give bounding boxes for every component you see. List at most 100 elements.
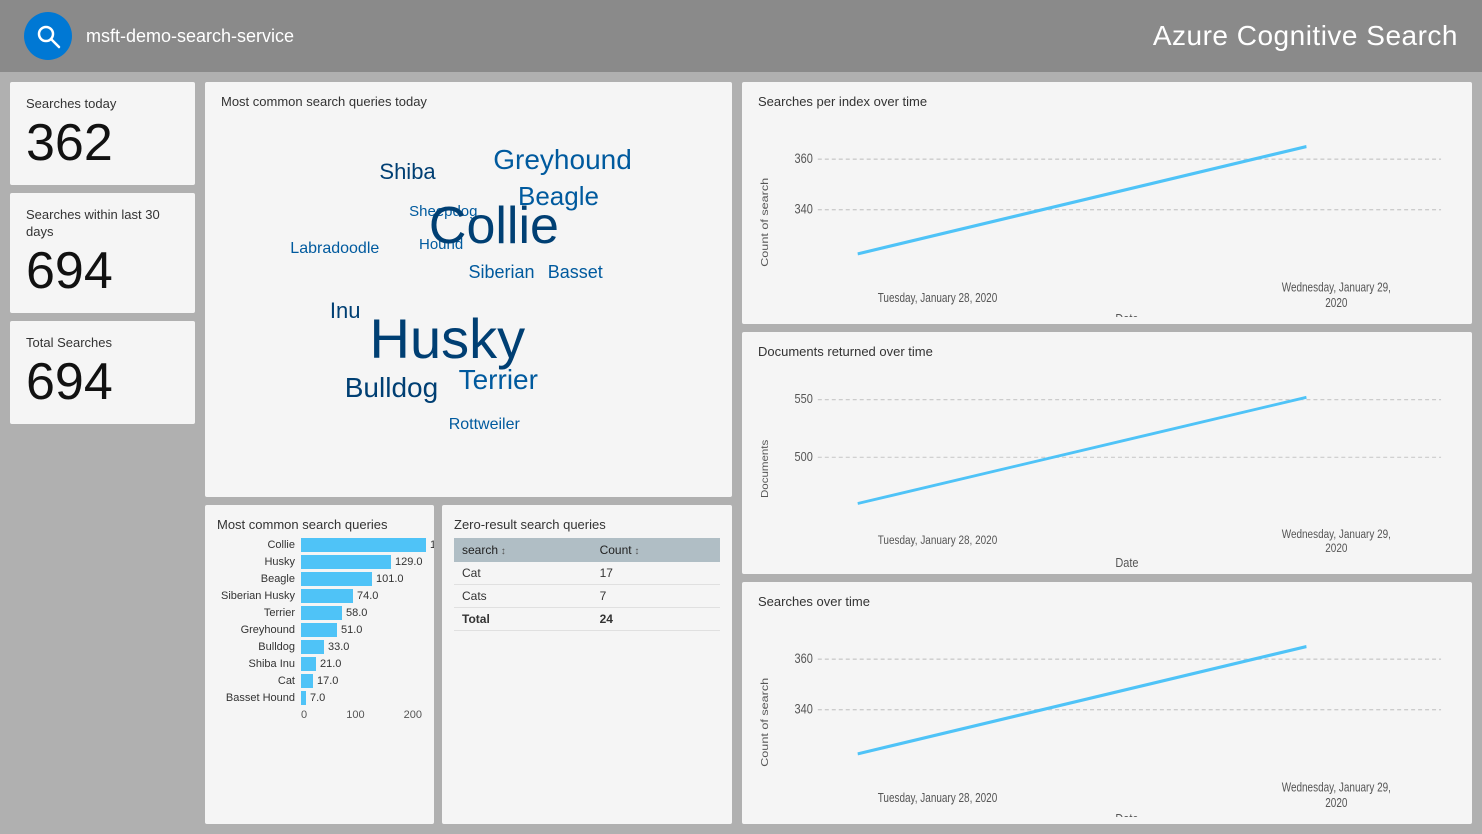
svg-text:Count of search: Count of search [760, 678, 771, 767]
total-searches-card: Total Searches 694 [10, 321, 195, 424]
svg-text:Date: Date [1115, 555, 1139, 567]
bar-fill [301, 572, 372, 586]
bar-label: Husky [217, 556, 295, 568]
word-cloud-word: Siberian [469, 262, 535, 283]
searches-over-time-card: Searches over time 360 340 Count of sear… [742, 582, 1472, 824]
bar-label: Siberian Husky [217, 590, 295, 602]
searches-per-index-chart: 360 340 Count of search Tuesday, January… [758, 115, 1456, 317]
word-cloud-word: Husky [370, 306, 526, 371]
total-searches-value: 694 [26, 356, 179, 408]
app-title: Azure Cognitive Search [1153, 20, 1458, 52]
bar-row: Greyhound 51.0 [217, 623, 422, 637]
svg-text:Date: Date [1115, 811, 1138, 817]
bar-value: 74.0 [357, 590, 378, 602]
table-header-search[interactable]: search [454, 538, 592, 562]
searches-30days-value: 694 [26, 245, 179, 297]
bar-fill [301, 555, 391, 569]
bar-row: Collie179.0 [217, 538, 422, 552]
searches-today-value: 362 [26, 117, 179, 169]
searches-over-time-chart: 360 340 Count of search Tuesday, January… [758, 615, 1456, 817]
stat-cards-column: Searches today 362 Searches within last … [10, 82, 195, 824]
bar-track: 129.0 [301, 555, 423, 569]
bar-row: Husky 129.0 [217, 555, 422, 569]
word-cloud-word: Rottweiler [449, 416, 520, 434]
bar-row: Cat 17.0 [217, 674, 422, 688]
svg-text:Date: Date [1115, 311, 1138, 317]
bar-x-label: 100 [346, 709, 364, 721]
bar-label: Cat [217, 675, 295, 687]
bar-track: 21.0 [301, 657, 422, 671]
searches-per-index-card: Searches per index over time 360 340 Cou… [742, 82, 1472, 324]
header: msft-demo-search-service Azure Cognitive… [0, 0, 1482, 72]
bar-value: 101.0 [376, 573, 404, 585]
bar-label: Collie [217, 539, 295, 551]
table-header: search Count [454, 538, 720, 562]
zero-result-card: Zero-result search queries search Count … [442, 505, 732, 825]
bar-chart-area: Collie179.0 Husky 129.0 Beagle 101.0 Siberian… [217, 538, 422, 705]
word-cloud-word: Labradoodle [290, 240, 379, 258]
searches-today-card: Searches today 362 [10, 82, 195, 185]
mid-bottom-row: Most common search queries Collie179.0Hu… [205, 505, 732, 825]
svg-text:Documents: Documents [760, 440, 771, 498]
bar-track: 101.0 [301, 572, 422, 586]
bar-value: 58.0 [346, 607, 367, 619]
table-header-count[interactable]: Count [592, 538, 720, 562]
bar-label: Basset Hound [217, 692, 295, 704]
bar-value: 129.0 [395, 556, 423, 568]
searches-per-index-title: Searches per index over time [758, 94, 1456, 109]
svg-text:Tuesday, January 28, 2020: Tuesday, January 28, 2020 [878, 534, 998, 547]
bar-row: Shiba Inu21.0 [217, 657, 422, 671]
bar-label: Beagle [217, 573, 295, 585]
bar-x-label: 0 [301, 709, 307, 721]
bar-x-label: 200 [404, 709, 422, 721]
documents-returned-chart: 550 500 Documents Tuesday, January 28, 2… [758, 365, 1456, 567]
searches-30days-card: Searches within last 30 days 694 [10, 193, 195, 313]
bar-value: 179.0 [430, 539, 434, 551]
svg-text:340: 340 [795, 201, 813, 217]
bar-chart-card: Most common search queries Collie179.0Hu… [205, 505, 434, 825]
bar-fill [301, 538, 426, 552]
total-searches-label: Total Searches [26, 335, 179, 352]
bar-row: Terrier58.0 [217, 606, 422, 620]
bar-row: Siberian Husky 74.0 [217, 589, 422, 603]
word-cloud-word: Greyhound [493, 144, 632, 176]
searches-per-index-svg: 360 340 Count of search Tuesday, January… [758, 115, 1456, 317]
word-cloud-word: Basset [548, 262, 603, 283]
bar-fill [301, 674, 313, 688]
svg-text:Wednesday, January 29,: Wednesday, January 29, [1282, 282, 1391, 295]
svg-text:Tuesday, January 28, 2020: Tuesday, January 28, 2020 [878, 292, 998, 305]
searches-30days-label: Searches within last 30 days [26, 207, 179, 241]
bar-value: 21.0 [320, 658, 341, 670]
bar-track: 58.0 [301, 606, 422, 620]
word-cloud-word: Inu [330, 298, 361, 324]
bar-value: 17.0 [317, 675, 338, 687]
table-cell-search: Cats [454, 584, 592, 607]
bar-chart-title: Most common search queries [217, 517, 422, 532]
bar-label: Greyhound [217, 624, 295, 636]
documents-returned-card: Documents returned over time 550 500 Doc… [742, 332, 1472, 574]
svg-text:360: 360 [795, 151, 813, 167]
table-cell-count: 17 [592, 562, 720, 585]
bar-x-axis: 0 100 200 [217, 709, 422, 721]
word-cloud-word: Collie [429, 196, 559, 256]
table-row: Cat17 [454, 562, 720, 585]
bar-track: 51.0 [301, 623, 422, 637]
bar-fill [301, 640, 324, 654]
right-column: Searches per index over time 360 340 Cou… [742, 82, 1472, 824]
table-row: Cats7 [454, 584, 720, 607]
table-total-label: Total [454, 607, 592, 630]
bar-track: 33.0 [301, 640, 422, 654]
svg-text:Count of search: Count of search [760, 178, 771, 267]
svg-text:2020: 2020 [1325, 297, 1347, 310]
middle-column: Most common search queries today Greyhou… [205, 82, 732, 824]
zero-result-table: search Count Cat17Cats7Total24 [454, 538, 720, 631]
word-cloud: GreyhoundBeagleShibaSheepdogHoundLabrado… [221, 115, 716, 482]
service-name: msft-demo-search-service [86, 26, 294, 47]
table-cell-count: 7 [592, 584, 720, 607]
word-cloud-title: Most common search queries today [221, 94, 716, 109]
bar-track: 7.0 [301, 691, 422, 705]
bar-row: Basset Hound 7.0 [217, 691, 422, 705]
svg-text:Tuesday, January 28, 2020: Tuesday, January 28, 2020 [878, 792, 998, 805]
svg-text:340: 340 [795, 701, 813, 717]
main-content: Searches today 362 Searches within last … [0, 72, 1482, 834]
